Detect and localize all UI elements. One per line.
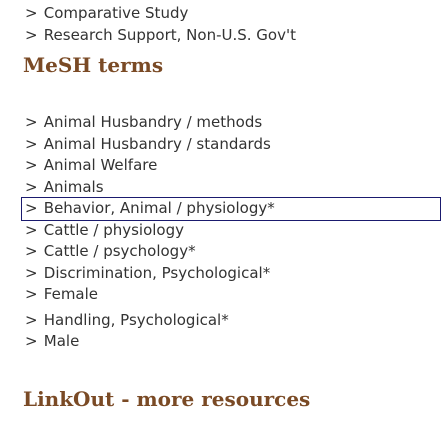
mesh-term-label: Cattle / psychology* [43,242,196,260]
chevron-right-icon: > [25,177,38,196]
chevron-right-icon: > [25,113,38,131]
mesh-term-label: Animal Welfare [43,156,158,174]
mesh-term-label: Discrimination, Psychological* [43,263,271,282]
chevron-right-icon: > [25,332,38,350]
mesh-term-label: Animal Husbandry / standards [43,134,271,153]
mesh-term-item[interactable]: > Male [25,331,440,353]
mesh-term-label: Female [43,285,99,303]
mesh-terms-list: > Animal Husbandry / methods > Animal Hu… [21,112,441,353]
publication-type-label: Research Support, Non-U.S. Gov't [43,26,296,44]
list-item[interactable]: > Research Support, Non-U.S. Gov't [25,24,296,46]
chevron-right-icon: > [25,199,38,217]
publication-types-list: > Comparative Study > Research Support, … [25,2,296,46]
list-item[interactable]: > Comparative Study [25,2,296,24]
mesh-term-item[interactable]: > Animal Husbandry / standards [25,134,440,156]
chevron-right-icon: > [25,220,38,239]
publication-type-label: Comparative Study [43,4,189,22]
mesh-term-item[interactable]: > Animals [25,177,440,199]
mesh-term-item[interactable]: > Animal Husbandry / methods [25,112,440,134]
mesh-term-item[interactable]: > Cattle / psychology* [25,241,440,263]
mesh-term-item[interactable]: > Female [25,284,440,306]
linkout-heading[interactable]: LinkOut - more resources [23,387,310,411]
mesh-term-label: Male [43,332,80,350]
mesh-term-item-selected[interactable]: > Behavior, Animal / physiology* [21,197,441,221]
chevron-right-icon: > [25,156,38,174]
chevron-right-icon: > [25,26,38,44]
mesh-term-label: Handling, Psychological* [43,310,229,329]
mesh-term-item[interactable]: > Discrimination, Psychological* [25,263,440,285]
mesh-term-item[interactable]: > Handling, Psychological* [25,310,440,332]
mesh-term-label: Behavior, Animal / physiology* [43,199,275,217]
chevron-right-icon: > [25,134,38,153]
mesh-term-label: Animal Husbandry / methods [43,113,263,131]
chevron-right-icon: > [25,242,38,260]
mesh-terms-heading: MeSH terms [23,53,164,77]
mesh-term-item[interactable]: > Animal Welfare [25,155,440,177]
chevron-right-icon: > [25,263,38,282]
chevron-right-icon: > [25,4,38,22]
mesh-term-item[interactable]: > Cattle / physiology [25,220,440,242]
mesh-term-label: Cattle / physiology [43,220,185,239]
chevron-right-icon: > [25,310,38,329]
mesh-term-label: Animals [43,177,104,196]
chevron-right-icon: > [25,285,38,303]
